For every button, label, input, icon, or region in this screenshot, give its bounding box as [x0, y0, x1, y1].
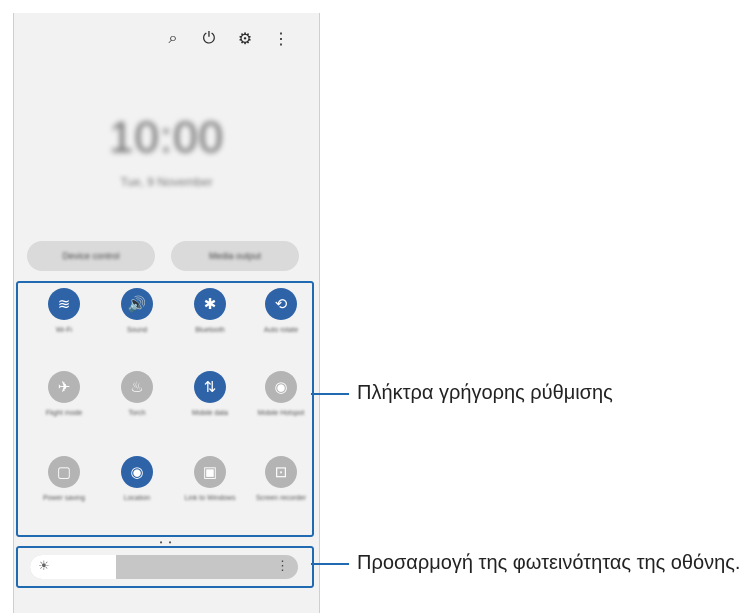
- quick-setting-label: Location: [123, 495, 151, 502]
- quick-setting-label: Wi-Fi: [55, 327, 73, 334]
- quick-setting-sound[interactable]: 🔊 Sound: [107, 288, 167, 335]
- callout-line-quick-settings: [311, 393, 349, 395]
- device-control-label: Device control: [62, 251, 120, 261]
- quick-setting-torch[interactable]: ♨ Torch: [107, 371, 167, 418]
- top-action-bar: ⌕ ⏻ ⚙ ⋮: [155, 27, 299, 51]
- link-to-windows-icon: ▣: [194, 456, 226, 488]
- quick-setting-mobile-data[interactable]: ⇅ Mobile data: [180, 371, 240, 418]
- sound-icon: 🔊: [121, 288, 153, 320]
- notification-panel: ⌕ ⏻ ⚙ ⋮ 10:00 Tue, 9 November Device con…: [13, 13, 320, 613]
- quick-setting-label: Power saving: [42, 495, 86, 502]
- wifi-icon: ≋: [48, 288, 80, 320]
- quick-setting-label: Mobile Hotspot: [257, 410, 305, 417]
- sun-icon: ☀: [38, 558, 50, 573]
- callout-quick-settings: Πλήκτρα γρήγορης ρύθμισης: [357, 382, 613, 404]
- brightness-slider[interactable]: ☀ ⋮: [30, 555, 298, 579]
- quick-setting-label: Screen recorder: [255, 495, 307, 502]
- callout-brightness: Προσαρμογή της φωτεινότητας της οθόνης.: [357, 552, 741, 574]
- quick-setting-screen-recorder[interactable]: ⊡ Screen recorder: [251, 456, 311, 503]
- quick-setting-power-saving[interactable]: ▢ Power saving: [34, 456, 94, 503]
- clock-time: 10:00: [108, 113, 225, 162]
- quick-setting-label: Mobile data: [191, 410, 229, 417]
- quick-setting-label: Auto rotate: [263, 327, 299, 334]
- quick-setting-airplane[interactable]: ✈ Flight mode: [34, 371, 94, 418]
- media-output-label: Media output: [208, 251, 262, 261]
- brightness-more-icon[interactable]: ⋮: [276, 558, 289, 574]
- torch-icon: ♨: [121, 371, 153, 403]
- search-icon[interactable]: ⌕: [155, 27, 191, 51]
- quick-setting-label: Torch: [128, 410, 146, 417]
- gear-icon[interactable]: ⚙: [227, 27, 263, 51]
- device-control-button[interactable]: Device control: [27, 241, 155, 271]
- quick-setting-label: Sound: [126, 327, 148, 334]
- auto-rotate-icon: ⟲: [265, 288, 297, 320]
- location-icon: ◉: [121, 456, 153, 488]
- quick-setting-location[interactable]: ◉ Location: [107, 456, 167, 503]
- callout-line-brightness: [311, 563, 349, 565]
- bluetooth-icon: ✱: [194, 288, 226, 320]
- quick-setting-label: Bluetooth: [195, 327, 225, 334]
- hotspot-icon: ◉: [265, 371, 297, 403]
- screen-recorder-icon: ⊡: [265, 456, 297, 488]
- media-output-button[interactable]: Media output: [171, 241, 299, 271]
- quick-setting-label: Flight mode: [45, 410, 83, 417]
- quick-setting-hotspot[interactable]: ◉ Mobile Hotspot: [251, 371, 311, 418]
- quick-setting-bluetooth[interactable]: ✱ Bluetooth: [180, 288, 240, 335]
- power-icon[interactable]: ⏻: [191, 27, 227, 51]
- quick-setting-link-to-windows[interactable]: ▣ Link to Windows: [180, 456, 240, 503]
- power-saving-icon: ▢: [48, 456, 80, 488]
- quick-setting-label: Link to Windows: [184, 495, 236, 502]
- airplane-icon: ✈: [48, 371, 80, 403]
- more-vertical-icon[interactable]: ⋮: [263, 27, 299, 51]
- clock-date: Tue, 9 November: [120, 175, 213, 189]
- mobile-data-icon: ⇅: [194, 371, 226, 403]
- quick-setting-wifi[interactable]: ≋ Wi-Fi: [34, 288, 94, 335]
- quick-setting-auto-rotate[interactable]: ⟲ Auto rotate: [251, 288, 311, 335]
